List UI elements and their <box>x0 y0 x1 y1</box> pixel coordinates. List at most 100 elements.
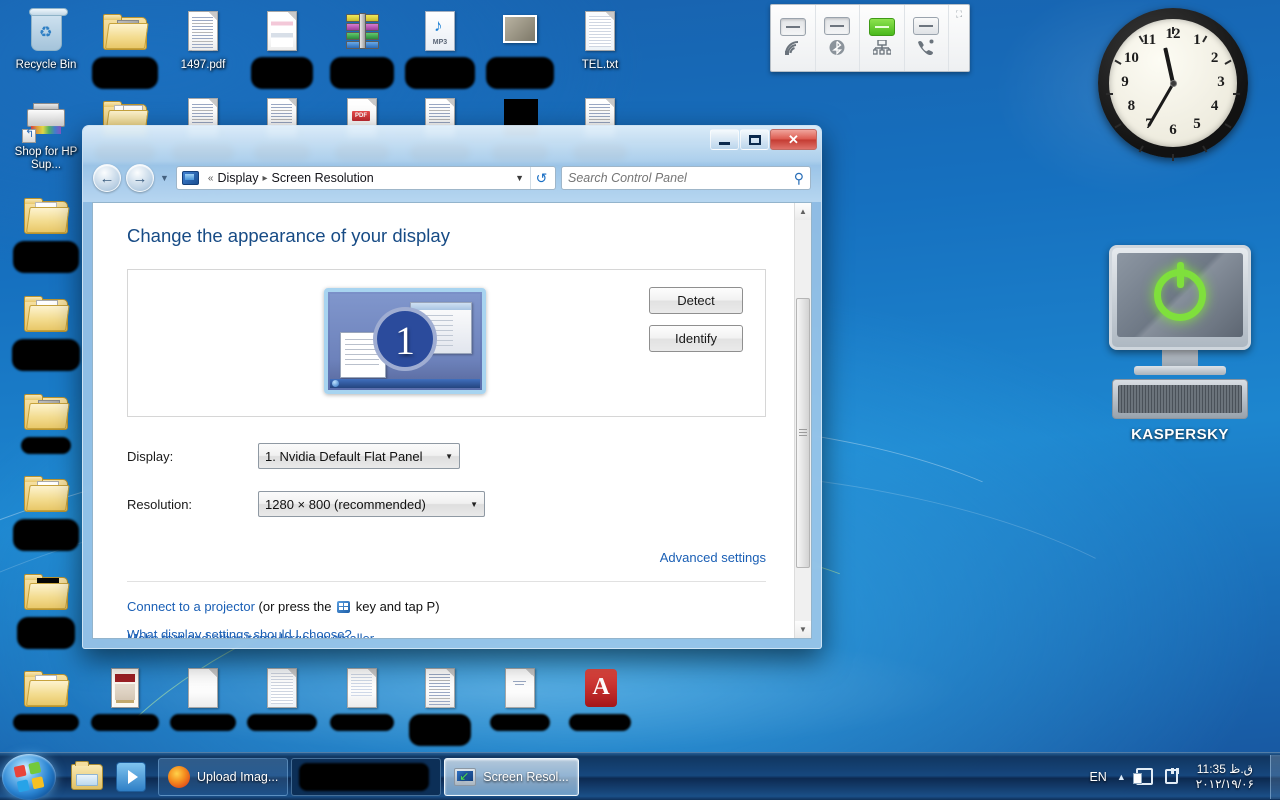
desktop-icon[interactable]: MP3 <box>6 470 86 553</box>
breadcrumb-item-display[interactable]: Display <box>217 171 258 185</box>
desktop-icon[interactable]: A <box>560 665 640 733</box>
display-dropdown[interactable]: 1. Nvidia Default Flat Panel ▼ <box>258 443 460 469</box>
redacted-label <box>411 716 469 744</box>
screen-resolution-window[interactable]: ✕ ← → ▼ « Display ▸ Screen Resolution ▼ … <box>82 125 822 649</box>
clock-area[interactable]: 11:35 ق.ظ ۲۰۱۲/۱۹/۰۶ <box>1188 762 1262 792</box>
advanced-settings-link[interactable]: Advanced settings <box>660 550 766 565</box>
search-input[interactable] <box>568 171 794 185</box>
search-icon[interactable]: ⚲ <box>794 170 804 187</box>
desktop-icon[interactable] <box>6 665 86 733</box>
desktop-icon[interactable]: Shop for HP Sup... <box>6 95 86 172</box>
quick-launch-bar <box>68 758 150 796</box>
clock-tick <box>1106 93 1113 95</box>
desktop-icon[interactable] <box>6 192 86 275</box>
ethernet-toggle-button[interactable] <box>868 17 895 36</box>
address-bar[interactable]: « Display ▸ Screen Resolution ▼ ↺ <box>175 166 556 190</box>
minimize-button[interactable] <box>710 129 739 150</box>
desktop-icon-label <box>6 341 86 373</box>
preview-taskbar-art <box>330 379 480 388</box>
desktop-icon[interactable] <box>6 290 86 373</box>
clock-numeral: 7 <box>1145 115 1153 132</box>
vertical-scrollbar[interactable]: ▲ ▼ <box>794 203 811 638</box>
arrow-right-icon: → <box>132 169 148 187</box>
desktop-icon[interactable] <box>85 8 165 91</box>
desktop-icon[interactable]: Recycle Bin <box>6 8 86 72</box>
redacted-label <box>15 521 77 549</box>
desktop-icon[interactable]: TEL.txt <box>560 8 640 72</box>
quicklaunch-media-player-button[interactable] <box>112 758 150 796</box>
clock-gadget[interactable]: 12 1 2 3 4 5 6 7 8 9 10 11 <box>1098 8 1248 161</box>
display-row: Display: 1. Nvidia Default Flat Panel ▼ <box>127 443 766 469</box>
book-icon <box>101 665 149 713</box>
window-content-area: Change the appearance of your display 1 … <box>92 202 812 639</box>
clock-numeral: 2 <box>1210 50 1219 66</box>
desktop-icon[interactable]: 1497.pdf <box>163 8 243 72</box>
display-preview-box: 1 Detect Identify <box>127 269 766 417</box>
desktop-icon-label <box>560 716 640 733</box>
chevron-down-icon[interactable]: ▼ <box>509 173 530 183</box>
monitor-preview[interactable]: 1 <box>324 288 486 394</box>
maximize-button[interactable] <box>740 129 769 150</box>
redacted-label <box>249 716 315 729</box>
taskbar-task-button[interactable]: Upload Imag... <box>158 757 289 796</box>
system-tray: EN ▲ 11:35 ق.ظ ۲۰۱۲/۱۹/۰۶ <box>1089 762 1268 792</box>
network-manager-gadget[interactable]: ⛶ <box>770 4 970 72</box>
window-titlebar[interactable]: ✕ <box>83 126 821 156</box>
bluetooth-toggle-cell[interactable] <box>816 5 861 71</box>
clock-numeral: 4 <box>1210 98 1219 114</box>
bluetooth-toggle-button[interactable] <box>824 16 851 35</box>
desktop-icon[interactable] <box>6 568 86 651</box>
scroll-up-button[interactable]: ▲ <box>795 203 811 220</box>
close-icon[interactable]: ⛶ <box>949 5 969 71</box>
desktop-icon-label: TEL.txt <box>581 59 619 71</box>
ethernet-toggle-cell[interactable] <box>860 5 905 71</box>
breadcrumb-item-screen-resolution[interactable]: Screen Resolution <box>272 171 374 185</box>
detect-button[interactable]: Detect <box>649 287 743 314</box>
what-display-settings-link[interactable]: What display settings should I choose? <box>127 627 352 638</box>
tower-grill <box>1118 385 1242 413</box>
modem-toggle-cell[interactable] <box>905 5 950 71</box>
tray-time: 11:35 ق.ظ <box>1196 761 1253 776</box>
start-button[interactable] <box>2 753 56 800</box>
scrollbar-thumb[interactable] <box>796 298 810 568</box>
search-box[interactable]: ⚲ <box>561 166 811 190</box>
chevron-down-icon: ▼ <box>470 499 478 509</box>
redacted-label <box>407 59 473 87</box>
show-desktop-button[interactable] <box>1270 754 1280 799</box>
taskbar-task-button[interactable]: Screen Resol... <box>444 757 579 796</box>
language-indicator[interactable]: EN <box>1089 770 1106 784</box>
desktop-icon[interactable] <box>480 8 560 91</box>
monitor-base <box>1134 366 1226 375</box>
wifi-toggle-cell[interactable] <box>771 5 816 71</box>
chevron-down-icon[interactable]: ▼ <box>160 173 169 183</box>
modem-toggle-button[interactable] <box>913 17 940 35</box>
desktop-icon[interactable] <box>242 8 322 91</box>
identify-button[interactable]: Identify <box>649 325 743 352</box>
close-button[interactable]: ✕ <box>770 129 817 150</box>
battery-icon[interactable] <box>1164 768 1179 784</box>
wifi-toggle-button[interactable] <box>779 17 806 36</box>
desktop-icon[interactable] <box>400 665 480 748</box>
desktop-icon[interactable] <box>480 665 560 733</box>
quicklaunch-explorer-button[interactable] <box>68 758 106 796</box>
desktop-icon[interactable] <box>163 665 243 733</box>
forward-button[interactable]: → <box>126 164 154 192</box>
desktop-icon[interactable] <box>242 665 322 733</box>
desktop-icon[interactable] <box>85 665 165 733</box>
desktop-icon[interactable] <box>322 8 402 91</box>
desktop-icon[interactable] <box>322 665 402 733</box>
redacted-label <box>488 59 552 87</box>
taskbar-task-button[interactable] <box>291 757 442 796</box>
resolution-dropdown[interactable]: 1280 × 800 (recommended) ▼ <box>258 491 485 517</box>
network-icon[interactable] <box>1132 768 1153 785</box>
scroll-down-button[interactable]: ▼ <box>795 621 811 638</box>
desktop-icon[interactable] <box>6 388 86 456</box>
taskbar-task-list: Upload Imag... Screen Resol... <box>158 757 579 796</box>
refresh-icon[interactable]: ↺ <box>530 167 552 189</box>
doc-note-icon <box>338 665 386 713</box>
kaspersky-gadget[interactable]: KASPERSKY <box>1100 245 1260 460</box>
connect-projector-link[interactable]: Connect to a projector <box>127 599 255 614</box>
desktop-icon[interactable] <box>400 8 480 91</box>
back-button[interactable]: ← <box>93 164 121 192</box>
chevron-up-icon[interactable]: ▲ <box>1117 772 1126 782</box>
